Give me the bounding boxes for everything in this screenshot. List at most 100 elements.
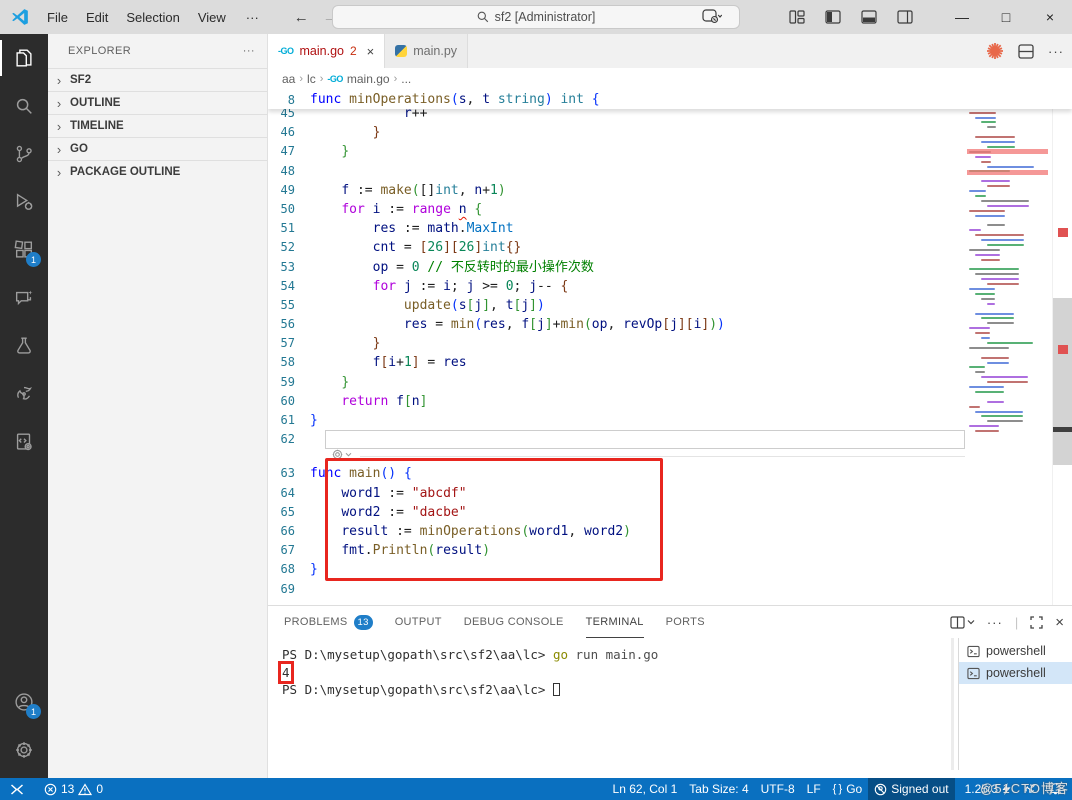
code-line-55[interactable]: 55 update(s[j], t[j])	[268, 296, 967, 315]
starburst-icon[interactable]	[986, 42, 1004, 60]
toggle-primary-sidebar-icon[interactable]	[818, 4, 848, 30]
settings-gear-icon[interactable]	[0, 726, 48, 774]
tab-label: main.py	[413, 44, 458, 58]
minimap[interactable]	[967, 92, 1048, 440]
breadcrumb-item[interactable]: lc	[307, 72, 316, 86]
sidebar-section-timeline[interactable]: › TIMELINE	[48, 114, 267, 137]
code-line-46[interactable]: 46 }	[268, 123, 967, 142]
code-line-51[interactable]: 51 res := math.MaxInt	[268, 219, 967, 238]
close-button[interactable]: ×	[1028, 0, 1072, 34]
activity-code-runner-icon[interactable]	[0, 418, 48, 466]
problems-status[interactable]: 13 0	[38, 778, 109, 800]
line-number: 66	[280, 523, 295, 538]
search-icon	[477, 11, 489, 23]
menu-overflow[interactable]: ···	[237, 7, 268, 28]
scrollbar-thumb[interactable]	[1053, 298, 1072, 465]
sidebar-section-go[interactable]: › GO	[48, 137, 267, 160]
cursor-position[interactable]: Ln 62, Col 1	[607, 778, 684, 800]
command-center-search[interactable]: sf2 [Administrator]	[332, 5, 740, 29]
account-status[interactable]: Signed out	[868, 778, 955, 800]
editor-more-actions[interactable]: ···	[1048, 44, 1064, 59]
tab-debug-console[interactable]: DEBUG CONSOLE	[464, 606, 564, 638]
code-line-69[interactable]: 69	[268, 580, 967, 599]
tab-ports[interactable]: PORTS	[666, 606, 705, 638]
sticky-scroll-line[interactable]: 8 func minOperations(s, t string) int {	[268, 90, 1072, 110]
line-number: 47	[280, 144, 295, 159]
sidebar-section-outline[interactable]: › OUTLINE	[48, 91, 267, 114]
code-line-56[interactable]: 56 res = min(res, f[j]+min(op, revOp[j][…	[268, 315, 967, 334]
split-editor-icon[interactable]	[1018, 43, 1034, 59]
sidebar-more-actions[interactable]: ···	[243, 45, 255, 57]
line-number: 53	[280, 259, 295, 274]
encoding[interactable]: UTF-8	[755, 778, 801, 800]
section-label: GO	[70, 143, 88, 155]
code-editor[interactable]: 8 func minOperations(s, t string) int { …	[268, 90, 1072, 605]
terminal-cursor[interactable]	[552, 683, 560, 697]
customize-layout-icon[interactable]	[782, 4, 812, 30]
code-line-48[interactable]: 48	[268, 162, 967, 181]
activity-testing-icon[interactable]	[0, 322, 48, 370]
sidebar-section-sf2[interactable]: › SF2	[48, 68, 267, 91]
tab-problem-badge: 2	[349, 44, 357, 58]
terminal-instance-powershell[interactable]: powershell	[959, 662, 1072, 684]
tab-size[interactable]: Tab Size: 4	[683, 778, 754, 800]
code-line-54[interactable]: 54 for j := i; j >= 0; j-- {	[268, 277, 967, 296]
current-line-highlight	[325, 430, 965, 450]
minimize-button[interactable]: —	[940, 0, 984, 34]
maximize-panel-icon[interactable]	[1030, 615, 1043, 629]
split-terminal-icon[interactable]	[950, 615, 975, 629]
menu-item-file[interactable]: File	[38, 7, 77, 28]
menu-item-selection[interactable]: Selection	[117, 7, 188, 28]
activity-source-control-icon[interactable]	[0, 130, 48, 178]
code-line-52[interactable]: 52 cnt = [26][26]int{}	[268, 238, 967, 257]
code-line-62[interactable]: 62	[268, 430, 967, 450]
panel-more-actions[interactable]: ···	[987, 615, 1003, 630]
language-mode[interactable]: { } Go	[827, 778, 869, 800]
tab-main-go[interactable]: -GO main.go 2 ×	[268, 34, 386, 68]
code-line-50[interactable]: 50 for i := range n {	[268, 200, 967, 219]
line-number: 67	[280, 543, 295, 558]
overview-ruler[interactable]	[1052, 90, 1072, 605]
activity-extensions-icon[interactable]: 1	[0, 226, 48, 274]
toggle-panel-icon[interactable]	[854, 4, 884, 30]
line-number: 54	[280, 278, 295, 293]
sidebar-section-package-outline[interactable]: › PACKAGE OUTLINE	[48, 160, 267, 183]
code-line-61[interactable]: 61}	[268, 411, 967, 430]
close-panel-icon[interactable]: ×	[1055, 614, 1064, 631]
account-icon[interactable]: 1	[0, 678, 48, 726]
breadcrumb-item[interactable]: aa	[282, 72, 295, 86]
line-number: 58	[280, 355, 295, 370]
code-line-59[interactable]: 59 }	[268, 373, 967, 392]
code-line-57[interactable]: 57 }	[268, 334, 967, 353]
terminal-instance-powershell[interactable]: powershell	[959, 640, 1072, 662]
copilot-menu-button[interactable]	[702, 9, 722, 25]
eol-indicator[interactable]: LF	[801, 778, 827, 800]
menu-item-edit[interactable]: Edit	[77, 7, 117, 28]
back-arrow-icon[interactable]: ←	[294, 9, 309, 26]
tab-problems[interactable]: PROBLEMS 13	[284, 606, 373, 638]
activity-explorer-icon[interactable]	[0, 34, 48, 82]
menu-item-view[interactable]: View	[189, 7, 235, 28]
remote-indicator-icon[interactable]	[0, 778, 34, 800]
breadcrumb-item[interactable]: ...	[401, 72, 411, 86]
activity-search-icon[interactable]	[0, 82, 48, 130]
code-line-47[interactable]: 47 }	[268, 142, 967, 161]
code-line-53[interactable]: 53 op = 0 // 不反转时的最小操作次数	[268, 258, 967, 277]
code-line-60[interactable]: 60 return f[n]	[268, 392, 967, 411]
activity-go-tools-icon[interactable]	[0, 370, 48, 418]
code-line-58[interactable]: 58 f[i+1] = res	[268, 353, 967, 372]
line-number: 62	[280, 432, 295, 447]
breadcrumb[interactable]: aa › lc › -GO main.go › ...	[268, 68, 1072, 90]
code-line-49[interactable]: 49 f := make([]int, n+1)	[268, 181, 967, 200]
tab-main-py[interactable]: main.py	[385, 34, 469, 68]
chevron-collapsed-icon: ›	[56, 164, 62, 180]
activity-run-debug-icon[interactable]	[0, 178, 48, 226]
toggle-secondary-sidebar-icon[interactable]	[890, 4, 920, 30]
terminal-output[interactable]: PS D:\mysetup\gopath\src\sf2\aa\lc> go r…	[268, 638, 956, 778]
tab-close-icon[interactable]: ×	[367, 44, 375, 59]
maximize-button[interactable]: □	[984, 0, 1028, 34]
tab-output[interactable]: OUTPUT	[395, 606, 442, 638]
activity-chat-icon[interactable]	[0, 274, 48, 322]
tab-terminal[interactable]: TERMINAL	[585, 606, 644, 638]
breadcrumb-item[interactable]: main.go	[347, 72, 390, 86]
